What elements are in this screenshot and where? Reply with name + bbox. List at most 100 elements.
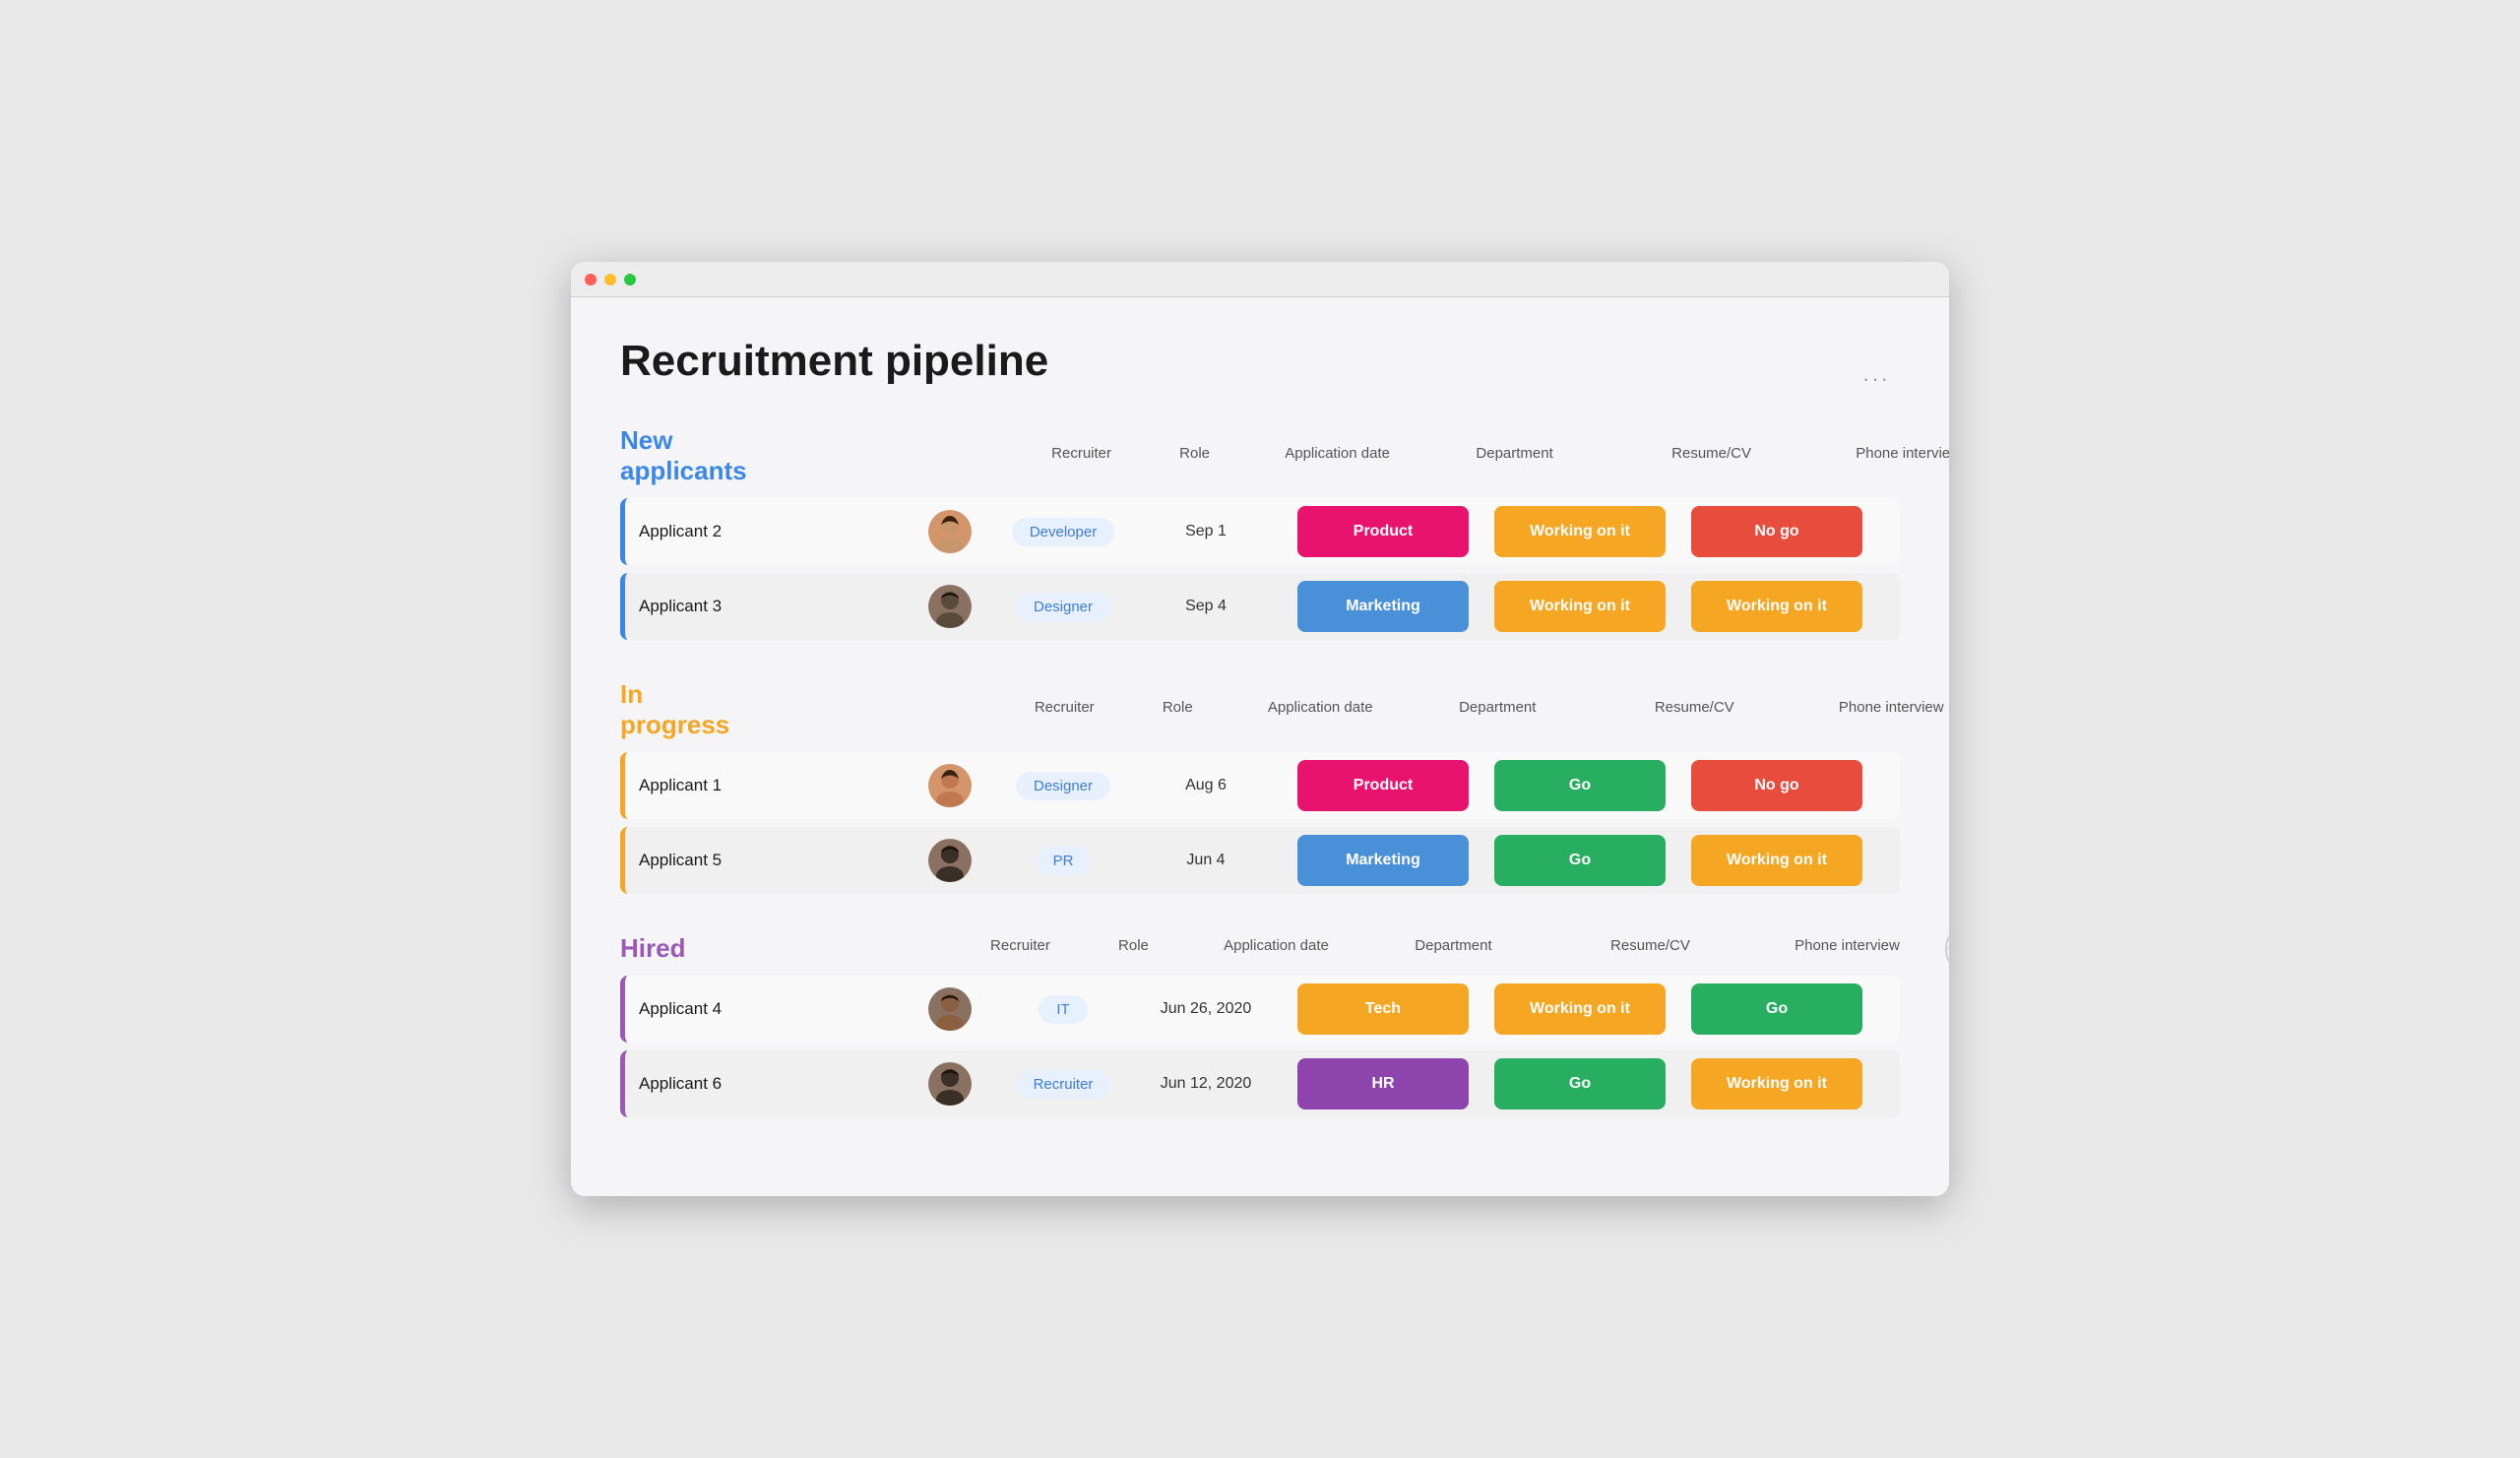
phone-interview-cell: Working on it	[1678, 1050, 1875, 1117]
phone-interview-badge: Go	[1691, 983, 1862, 1035]
department-badge: Product	[1297, 506, 1469, 557]
applicant-name: Applicant 3	[639, 597, 722, 616]
resume-cell: Go	[1481, 1050, 1678, 1117]
col-header-0	[757, 445, 1033, 462]
resume-cell: Working on it	[1481, 498, 1678, 565]
recruiter-avatar-cell	[901, 980, 999, 1039]
main-content: Recruitment pipeline ··· New applicantsR…	[571, 297, 1949, 1196]
date-cell: Aug 6	[1127, 769, 1285, 802]
recruiter-avatar-cell	[901, 502, 999, 561]
col-headers-hired: RecruiterRoleApplication dateDepartmentR…	[685, 937, 1945, 960]
close-button[interactable]	[585, 274, 597, 285]
phone-interview-cell: No go	[1678, 752, 1875, 819]
avatar	[928, 585, 972, 628]
resume-status-badge: Working on it	[1494, 983, 1666, 1035]
role-cell: Developer	[999, 510, 1127, 554]
avatar	[928, 764, 972, 807]
col-header-1: Recruiter	[1033, 445, 1131, 462]
col-header-5: Resume/CV	[1613, 445, 1810, 462]
avatar	[928, 510, 972, 553]
table-row: Applicant 1 Designer Aug 6 Product Go No go	[620, 752, 1900, 819]
applicant-name-cell: Applicant 2	[625, 514, 901, 549]
minimize-button[interactable]	[604, 274, 616, 285]
department-badge: Tech	[1297, 983, 1469, 1035]
col-header-1: Recruiter	[971, 937, 1069, 954]
table-row: Applicant 3 DesignerSep 4MarketingWorkin…	[620, 573, 1900, 640]
table-row: Applicant 4 ITJun 26, 2020TechWorking on…	[620, 976, 1900, 1043]
col-header-4: Department	[1354, 937, 1551, 954]
more-options-button[interactable]: ···	[1862, 366, 1890, 392]
department-cell: Marketing	[1285, 573, 1481, 640]
date-cell: Sep 4	[1127, 590, 1285, 623]
col-header-5: Resume/CV	[1596, 699, 1793, 716]
phone-interview-badge: No go	[1691, 760, 1862, 811]
col-header-4: Department	[1417, 445, 1613, 462]
department-cell: HR	[1285, 1050, 1481, 1117]
role-cell: Recruiter	[999, 1062, 1127, 1107]
phone-interview-badge: Working on it	[1691, 1058, 1862, 1109]
titlebar	[571, 262, 1949, 297]
department-badge: HR	[1297, 1058, 1469, 1109]
applicant-name: Applicant 6	[639, 1074, 722, 1094]
department-badge: Product	[1297, 760, 1469, 811]
col-header-1: Recruiter	[1015, 699, 1113, 716]
date-cell: Sep 1	[1127, 515, 1285, 548]
department-badge: Marketing	[1297, 581, 1469, 632]
recruiter-avatar-cell	[901, 756, 999, 815]
avatar	[928, 839, 972, 882]
applicant-name-cell: Applicant 3	[625, 589, 901, 624]
add-row-button-hired[interactable]: +	[1945, 934, 1949, 964]
section-new-applicants: New applicantsRecruiterRoleApplication d…	[620, 425, 1900, 640]
department-cell: Product	[1285, 498, 1481, 565]
applicant-name: Applicant 2	[639, 522, 722, 541]
applicant-name-cell: Applicant 6	[625, 1066, 901, 1102]
resume-cell: Working on it	[1481, 573, 1678, 640]
applicant-name-cell: Applicant 5	[625, 843, 901, 878]
applicant-name-cell: Applicant 1	[625, 768, 901, 803]
phone-interview-cell: Working on it	[1678, 827, 1875, 894]
date-cell: Jun 12, 2020	[1127, 1067, 1285, 1101]
phone-interview-badge: No go	[1691, 506, 1862, 557]
sections-container: New applicantsRecruiterRoleApplication d…	[620, 425, 1900, 1117]
section-header-in-progress: In progress RecruiterRoleApplication date…	[620, 679, 1900, 740]
col-header-2: Role	[1113, 699, 1241, 716]
col-header-4: Department	[1399, 699, 1596, 716]
resume-cell: Go	[1481, 827, 1678, 894]
applicant-name: Applicant 1	[639, 776, 722, 795]
col-header-0	[739, 699, 1015, 716]
role-badge: Designer	[1016, 772, 1110, 800]
phone-interview-badge: Working on it	[1691, 581, 1862, 632]
col-header-6: Phone interview	[1793, 699, 1949, 716]
section-title-hired: Hired	[620, 933, 685, 964]
role-badge: Recruiter	[1016, 1070, 1111, 1099]
role-cell: IT	[999, 987, 1127, 1032]
col-header-3: Application date	[1241, 699, 1399, 716]
applicant-name-cell: Applicant 4	[625, 991, 901, 1027]
role-badge: Designer	[1016, 593, 1110, 621]
recruiter-avatar-cell	[901, 1054, 999, 1113]
role-badge: PR	[1036, 847, 1092, 875]
phone-interview-cell: No go	[1678, 498, 1875, 565]
phone-interview-cell: Go	[1678, 976, 1875, 1043]
maximize-button[interactable]	[624, 274, 636, 285]
phone-interview-badge: Working on it	[1691, 835, 1862, 886]
applicant-name: Applicant 4	[639, 999, 722, 1019]
col-header-3: Application date	[1259, 445, 1417, 462]
resume-status-badge: Working on it	[1494, 506, 1666, 557]
col-header-6: Phone interview	[1810, 445, 1949, 462]
department-badge: Marketing	[1297, 835, 1469, 886]
section-header-new-applicants: New applicantsRecruiterRoleApplication d…	[620, 425, 1900, 486]
role-cell: Designer	[999, 585, 1127, 629]
table-row: Applicant 2 DeveloperSep 1 Product Working…	[620, 498, 1900, 565]
table-row: Applicant 5 PRJun 4MarketingGoWorking on…	[620, 827, 1900, 894]
avatar	[928, 987, 972, 1031]
department-cell: Product	[1285, 752, 1481, 819]
page-title: Recruitment pipeline	[620, 337, 1900, 386]
section-title-in-progress: In progress	[620, 679, 729, 740]
resume-status-badge: Go	[1494, 760, 1666, 811]
col-header-5: Resume/CV	[1551, 937, 1748, 954]
phone-interview-cell: Working on it	[1678, 573, 1875, 640]
table-row: Applicant 6 Recruiter Jun 12, 2020 HRGo Wor…	[620, 1050, 1900, 1117]
recruiter-avatar-cell	[901, 577, 999, 636]
app-window: Recruitment pipeline ··· New applicantsR…	[571, 262, 1949, 1196]
